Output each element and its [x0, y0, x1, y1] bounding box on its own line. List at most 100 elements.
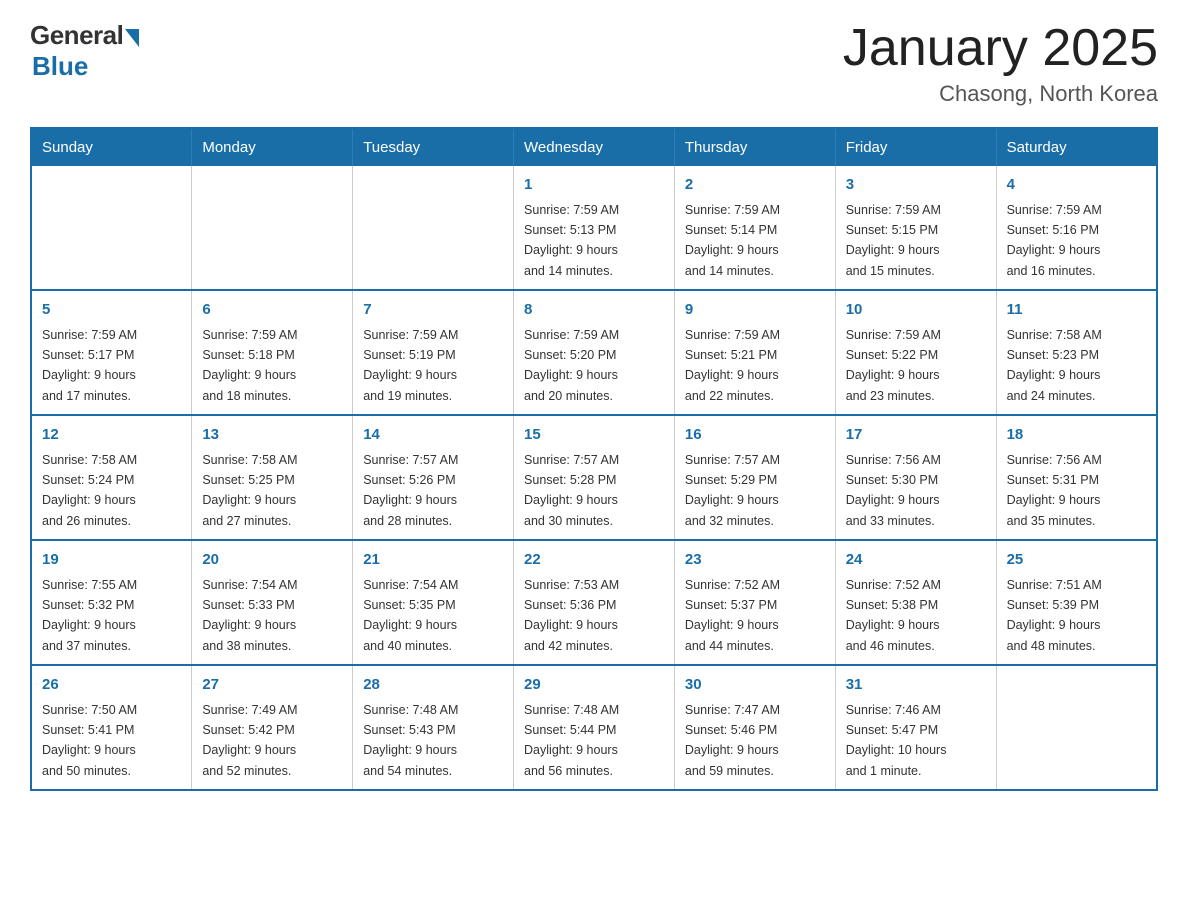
page-header: General Blue January 2025 Chasong, North… — [30, 20, 1158, 107]
day-header-saturday: Saturday — [996, 128, 1157, 166]
calendar-cell: 16 Sunrise: 7:57 AM Sunset: 5:29 PM Dayli… — [674, 415, 835, 540]
logo-general-text: General — [30, 20, 123, 51]
day-info: Sunrise: 7:57 AM Sunset: 5:29 PM Dayligh… — [685, 453, 780, 528]
day-number: 21 — [363, 549, 503, 572]
calendar-cell: 30Sunrise: 7:47 AM Sunset: 5:46 PM Dayli… — [674, 665, 835, 790]
day-number: 15 — [524, 424, 664, 447]
day-info: Sunrise: 7:46 AM Sunset: 5:47 PM Dayligh… — [846, 703, 947, 778]
day-info: Sunrise: 7:57 AM Sunset: 5:26 PM Dayligh… — [363, 453, 458, 528]
calendar-cell — [31, 166, 192, 290]
calendar-week-row: 19 Sunrise: 7:55 AM Sunset: 5:32 PM Dayli… — [31, 540, 1157, 665]
calendar-cell: 28 Sunrise: 7:48 AM Sunset: 5:43 PM Dayli… — [353, 665, 514, 790]
day-number: 18 — [1007, 424, 1146, 447]
day-info: Sunrise: 7:58 AM Sunset: 5:23 PM Dayligh… — [1007, 328, 1102, 403]
day-info: Sunrise: 7:59 AM Sunset: 5:13 PM Dayligh… — [524, 203, 619, 278]
day-header-sunday: Sunday — [31, 128, 192, 166]
day-number: 28 — [363, 674, 503, 697]
title-section: January 2025 Chasong, North Korea — [843, 20, 1158, 107]
calendar-cell: 12 Sunrise: 7:58 AM Sunset: 5:24 PM Dayli… — [31, 415, 192, 540]
day-header-thursday: Thursday — [674, 128, 835, 166]
calendar-cell — [996, 665, 1157, 790]
calendar-cell: 31Sunrise: 7:46 AM Sunset: 5:47 PM Dayli… — [835, 665, 996, 790]
calendar-title: January 2025 — [843, 20, 1158, 77]
day-number: 9 — [685, 299, 825, 322]
day-number: 27 — [202, 674, 342, 697]
logo: General Blue — [30, 20, 139, 82]
day-info: Sunrise: 7:59 AM Sunset: 5:16 PM Dayligh… — [1007, 203, 1102, 278]
calendar-cell: 3 Sunrise: 7:59 AM Sunset: 5:15 PM Daylig… — [835, 166, 996, 290]
day-info: Sunrise: 7:48 AM Sunset: 5:43 PM Dayligh… — [363, 703, 458, 778]
calendar-week-row: 5 Sunrise: 7:59 AM Sunset: 5:17 PM Daylig… — [31, 290, 1157, 415]
day-number: 13 — [202, 424, 342, 447]
day-info: Sunrise: 7:59 AM Sunset: 5:14 PM Dayligh… — [685, 203, 780, 278]
day-number: 11 — [1007, 299, 1146, 322]
calendar-cell: 13 Sunrise: 7:58 AM Sunset: 5:25 PM Dayli… — [192, 415, 353, 540]
day-number: 1 — [524, 174, 664, 197]
day-number: 12 — [42, 424, 181, 447]
calendar-cell: 14 Sunrise: 7:57 AM Sunset: 5:26 PM Dayli… — [353, 415, 514, 540]
calendar-cell: 25Sunrise: 7:51 AM Sunset: 5:39 PM Dayli… — [996, 540, 1157, 665]
day-number: 26 — [42, 674, 181, 697]
day-header-tuesday: Tuesday — [353, 128, 514, 166]
day-info: Sunrise: 7:58 AM Sunset: 5:24 PM Dayligh… — [42, 453, 137, 528]
day-info: Sunrise: 7:57 AM Sunset: 5:28 PM Dayligh… — [524, 453, 619, 528]
day-number: 5 — [42, 299, 181, 322]
day-number: 24 — [846, 549, 986, 572]
day-number: 8 — [524, 299, 664, 322]
calendar-cell: 15 Sunrise: 7:57 AM Sunset: 5:28 PM Dayli… — [514, 415, 675, 540]
calendar-subtitle: Chasong, North Korea — [843, 81, 1158, 107]
day-info: Sunrise: 7:59 AM Sunset: 5:19 PM Dayligh… — [363, 328, 458, 403]
day-info: Sunrise: 7:59 AM Sunset: 5:22 PM Dayligh… — [846, 328, 941, 403]
calendar-body: 1 Sunrise: 7:59 AM Sunset: 5:13 PM Daylig… — [31, 166, 1157, 790]
calendar-table: SundayMondayTuesdayWednesdayThursdayFrid… — [30, 127, 1158, 791]
day-info: Sunrise: 7:56 AM Sunset: 5:30 PM Dayligh… — [846, 453, 941, 528]
calendar-header: SundayMondayTuesdayWednesdayThursdayFrid… — [31, 128, 1157, 166]
day-number: 30 — [685, 674, 825, 697]
day-number: 22 — [524, 549, 664, 572]
day-info: Sunrise: 7:59 AM Sunset: 5:15 PM Dayligh… — [846, 203, 941, 278]
calendar-cell: 7 Sunrise: 7:59 AM Sunset: 5:19 PM Daylig… — [353, 290, 514, 415]
day-info: Sunrise: 7:51 AM Sunset: 5:39 PM Dayligh… — [1007, 578, 1102, 653]
calendar-cell: 17 Sunrise: 7:56 AM Sunset: 5:30 PM Dayli… — [835, 415, 996, 540]
calendar-cell: 10 Sunrise: 7:59 AM Sunset: 5:22 PM Dayli… — [835, 290, 996, 415]
day-header-wednesday: Wednesday — [514, 128, 675, 166]
calendar-cell: 19 Sunrise: 7:55 AM Sunset: 5:32 PM Dayli… — [31, 540, 192, 665]
days-header-row: SundayMondayTuesdayWednesdayThursdayFrid… — [31, 128, 1157, 166]
day-info: Sunrise: 7:59 AM Sunset: 5:17 PM Dayligh… — [42, 328, 137, 403]
calendar-cell: 20Sunrise: 7:54 AM Sunset: 5:33 PM Dayli… — [192, 540, 353, 665]
day-number: 16 — [685, 424, 825, 447]
day-info: Sunrise: 7:54 AM Sunset: 5:35 PM Dayligh… — [363, 578, 458, 653]
logo-arrow-icon — [125, 29, 139, 47]
day-info: Sunrise: 7:50 AM Sunset: 5:41 PM Dayligh… — [42, 703, 137, 778]
calendar-cell: 8 Sunrise: 7:59 AM Sunset: 5:20 PM Daylig… — [514, 290, 675, 415]
calendar-week-row: 1 Sunrise: 7:59 AM Sunset: 5:13 PM Daylig… — [31, 166, 1157, 290]
calendar-cell: 1 Sunrise: 7:59 AM Sunset: 5:13 PM Daylig… — [514, 166, 675, 290]
calendar-cell: 6Sunrise: 7:59 AM Sunset: 5:18 PM Daylig… — [192, 290, 353, 415]
day-number: 3 — [846, 174, 986, 197]
day-number: 6 — [202, 299, 342, 322]
calendar-cell: 4Sunrise: 7:59 AM Sunset: 5:16 PM Daylig… — [996, 166, 1157, 290]
day-number: 7 — [363, 299, 503, 322]
day-info: Sunrise: 7:54 AM Sunset: 5:33 PM Dayligh… — [202, 578, 297, 653]
calendar-cell: 24 Sunrise: 7:52 AM Sunset: 5:38 PM Dayli… — [835, 540, 996, 665]
day-number: 10 — [846, 299, 986, 322]
day-number: 14 — [363, 424, 503, 447]
calendar-week-row: 26 Sunrise: 7:50 AM Sunset: 5:41 PM Dayli… — [31, 665, 1157, 790]
day-info: Sunrise: 7:55 AM Sunset: 5:32 PM Dayligh… — [42, 578, 137, 653]
day-number: 19 — [42, 549, 181, 572]
calendar-cell: 29 Sunrise: 7:48 AM Sunset: 5:44 PM Dayli… — [514, 665, 675, 790]
calendar-cell: 26 Sunrise: 7:50 AM Sunset: 5:41 PM Dayli… — [31, 665, 192, 790]
day-info: Sunrise: 7:59 AM Sunset: 5:20 PM Dayligh… — [524, 328, 619, 403]
day-number: 29 — [524, 674, 664, 697]
day-info: Sunrise: 7:48 AM Sunset: 5:44 PM Dayligh… — [524, 703, 619, 778]
calendar-cell — [353, 166, 514, 290]
calendar-cell: 18Sunrise: 7:56 AM Sunset: 5:31 PM Dayli… — [996, 415, 1157, 540]
day-header-monday: Monday — [192, 128, 353, 166]
day-number: 23 — [685, 549, 825, 572]
day-header-friday: Friday — [835, 128, 996, 166]
calendar-week-row: 12 Sunrise: 7:58 AM Sunset: 5:24 PM Dayli… — [31, 415, 1157, 540]
day-info: Sunrise: 7:52 AM Sunset: 5:38 PM Dayligh… — [846, 578, 941, 653]
logo-blue-text: Blue — [32, 51, 88, 82]
day-info: Sunrise: 7:58 AM Sunset: 5:25 PM Dayligh… — [202, 453, 297, 528]
day-number: 17 — [846, 424, 986, 447]
